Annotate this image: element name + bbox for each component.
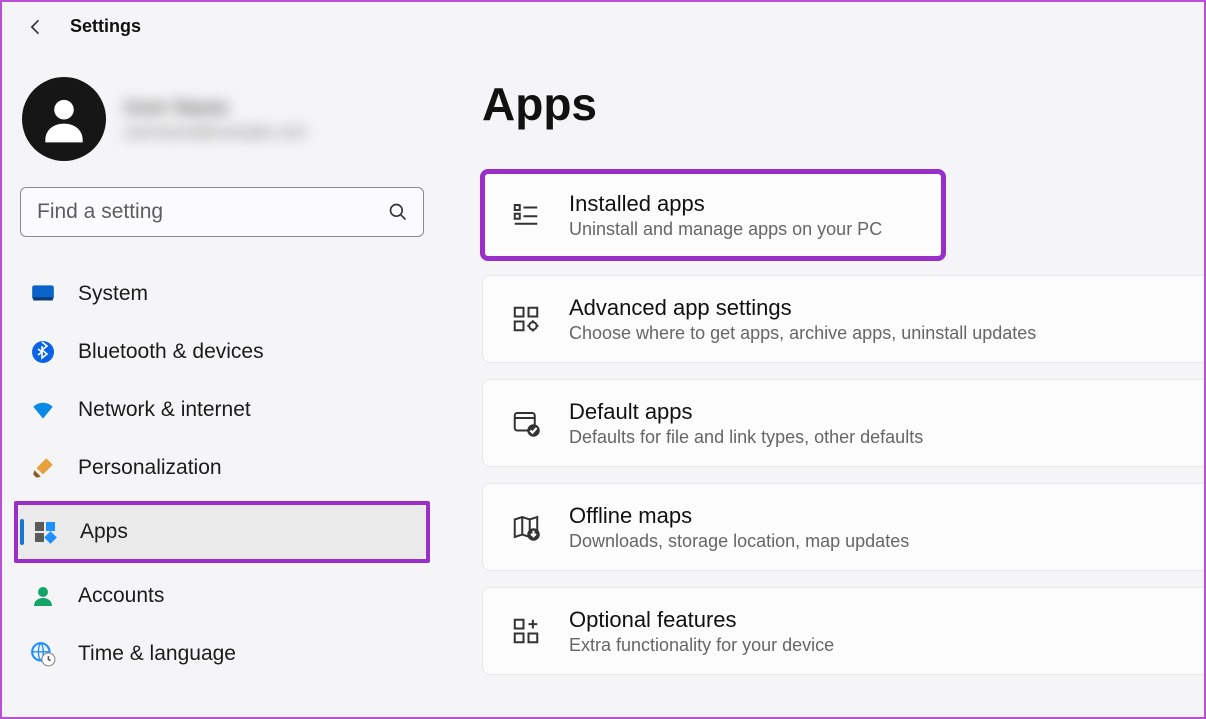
nav-item-accounts[interactable]: Accounts [16, 569, 428, 623]
app-title: Settings [70, 16, 141, 37]
card-installed-apps[interactable]: Installed apps Uninstall and manage apps… [482, 171, 944, 259]
card-title: Offline maps [569, 503, 909, 529]
card-title: Default apps [569, 399, 923, 425]
nav-item-system[interactable]: System [16, 267, 428, 321]
window-check-icon [511, 408, 541, 438]
globe-clock-icon [30, 641, 56, 667]
nav-item-network[interactable]: Network & internet [16, 383, 428, 437]
grid-gear-icon [511, 304, 541, 334]
card-advanced-app-settings[interactable]: Advanced app settings Choose where to ge… [482, 275, 1204, 363]
wifi-icon [30, 397, 56, 423]
bluetooth-icon [30, 339, 56, 365]
search-input[interactable] [20, 187, 424, 237]
card-title: Advanced app settings [569, 295, 1036, 321]
search-icon [388, 202, 408, 222]
user-text-blurred: User Name username@example.com [124, 94, 307, 144]
nav-label: System [78, 282, 148, 306]
card-subtitle: Choose where to get apps, archive apps, … [569, 323, 1036, 344]
card-title: Installed apps [569, 191, 882, 217]
titlebar: Settings [2, 2, 1204, 47]
card-title: Optional features [569, 607, 834, 633]
back-arrow-icon[interactable] [26, 17, 46, 37]
main-content: Apps Installed apps Uninstall and manage… [442, 47, 1204, 712]
nav-label: Time & language [78, 642, 236, 666]
sidebar: User Name username@example.com System [2, 47, 442, 712]
user-profile[interactable]: User Name username@example.com [16, 67, 428, 187]
page-title: Apps [482, 77, 1204, 131]
card-subtitle: Defaults for file and link types, other … [569, 427, 923, 448]
avatar-icon [22, 77, 106, 161]
nav-label: Bluetooth & devices [78, 340, 264, 364]
nav-item-time-language[interactable]: Time & language [16, 627, 428, 681]
card-subtitle: Downloads, storage location, map updates [569, 531, 909, 552]
search-wrap [20, 187, 424, 237]
nav-label: Personalization [78, 456, 222, 480]
nav-list: System Bluetooth & devices Network & int… [16, 267, 428, 681]
grid-plus-icon [511, 616, 541, 646]
apps-icon [32, 519, 58, 545]
nav-item-personalization[interactable]: Personalization [16, 441, 428, 495]
nav-label: Network & internet [78, 398, 251, 422]
monitor-icon [30, 281, 56, 307]
card-optional-features[interactable]: Optional features Extra functionality fo… [482, 587, 1204, 675]
card-subtitle: Extra functionality for your device [569, 635, 834, 656]
list-icon [511, 200, 541, 230]
settings-cards: Installed apps Uninstall and manage apps… [482, 171, 1204, 675]
map-download-icon [511, 512, 541, 542]
card-default-apps[interactable]: Default apps Defaults for file and link … [482, 379, 1204, 467]
nav-item-bluetooth[interactable]: Bluetooth & devices [16, 325, 428, 379]
card-subtitle: Uninstall and manage apps on your PC [569, 219, 882, 240]
nav-item-apps[interactable]: Apps [18, 505, 426, 559]
nav-label: Apps [80, 520, 128, 544]
person-icon [30, 583, 56, 609]
card-offline-maps[interactable]: Offline maps Downloads, storage location… [482, 483, 1204, 571]
nav-label: Accounts [78, 584, 164, 608]
highlight-apps: Apps [14, 501, 430, 563]
paintbrush-icon [30, 455, 56, 481]
